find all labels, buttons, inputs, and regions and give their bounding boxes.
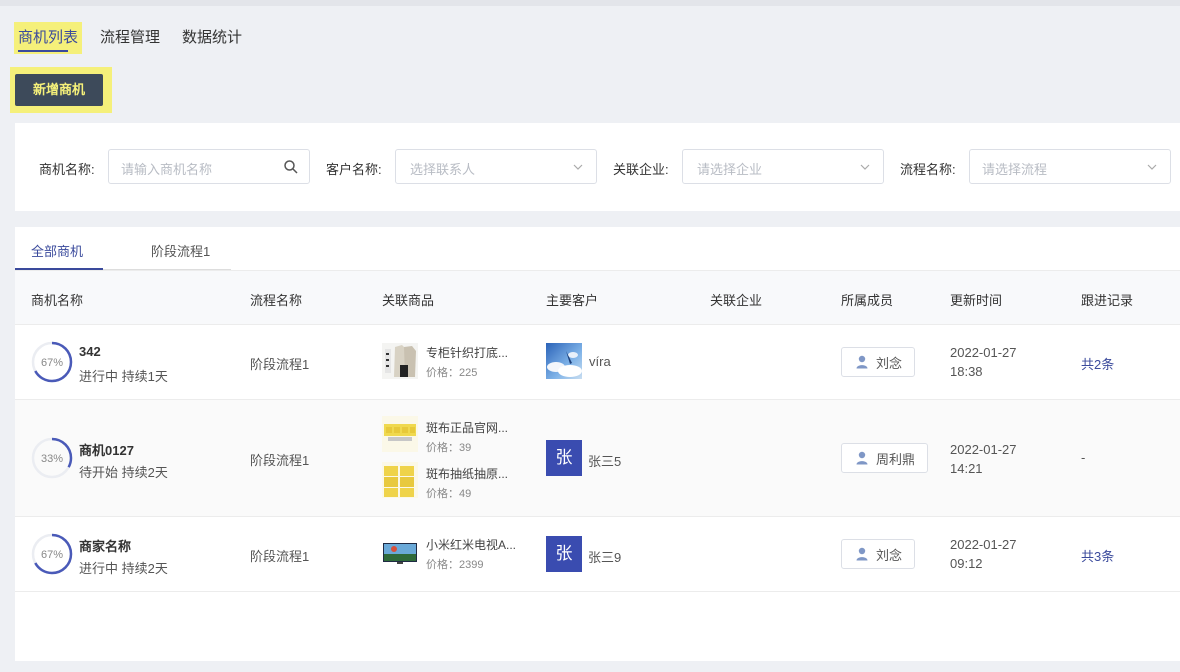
customer-placeholder: 选择联系人 — [410, 162, 476, 177]
filter-panel: 商机名称: 请输入商机名称 客户名称: 选择联系人 关联企业: 请选择企业 流程… — [15, 123, 1180, 211]
progress-text: 67% — [41, 549, 63, 561]
opportunity-status: 进行中 持续1天 — [79, 369, 168, 384]
product-price: 价格：39 — [426, 442, 472, 454]
chevron-down-icon — [1147, 164, 1157, 170]
member-button[interactable]: 刘念 — [841, 539, 916, 569]
updated-date: 2022-01-27 — [950, 537, 1017, 552]
opportunity-table-card: 全部商机 阶段流程1 商机名称 流程名称 关联商品 主要客户 关联企业 所属成员… — [15, 227, 1180, 661]
table-row[interactable]: 67% 商家名称 进行中 持续2天 阶段流程1 小米红米电视A... 价格：23… — [15, 517, 1180, 592]
updated-time: 18:38 — [950, 364, 983, 379]
top-strip — [0, 0, 1180, 6]
progress-ring: 33% — [31, 437, 73, 479]
process-select[interactable]: 请选择流程 — [969, 149, 1171, 184]
add-opportunity-button[interactable]: 新增商机 — [15, 74, 103, 106]
customer-avatar: 张 — [546, 440, 582, 476]
progress-text: 67% — [41, 357, 63, 369]
customer-name[interactable]: 张三9 — [588, 547, 621, 566]
product-name[interactable]: 专柜针织打底... — [426, 344, 508, 361]
customer-name[interactable]: 张三5 — [588, 451, 621, 470]
member-button[interactable]: 刘念 — [841, 347, 916, 377]
col-main-customer: 主要客户 — [546, 293, 599, 308]
sub-tabs: 全部商机 阶段流程1 — [15, 227, 1180, 271]
followup-link[interactable]: 共3条 — [1081, 546, 1114, 565]
product-thumbnail — [382, 343, 418, 379]
progress-ring: 67% — [31, 533, 73, 575]
active-tab-indicator — [15, 268, 103, 270]
tab-stage-process-1[interactable]: 阶段流程1 — [151, 241, 210, 260]
top-tabs: 商机列表 流程管理 数据统计 — [14, 22, 246, 58]
tab-process-management[interactable]: 流程管理 — [96, 22, 164, 54]
customer-select[interactable]: 选择联系人 — [395, 149, 597, 184]
process-name: 阶段流程1 — [250, 549, 310, 564]
company-label: 关联企业: — [613, 162, 669, 177]
product-thumbnail — [382, 535, 418, 571]
product-name[interactable]: 小米红米电视A... — [426, 536, 516, 553]
table-header: 商机名称 流程名称 关联商品 主要客户 关联企业 所属成员 更新时间 跟进记录 — [15, 271, 1180, 325]
tab-opportunity-list[interactable]: 商机列表 — [14, 22, 83, 54]
opportunity-name[interactable]: 商机0127 — [79, 440, 134, 459]
user-icon — [856, 547, 868, 561]
product-name[interactable]: 斑布正品官网... — [426, 419, 508, 436]
opportunity-status: 待开始 持续2天 — [79, 465, 168, 480]
user-icon — [856, 355, 868, 369]
updated-date: 2022-01-27 — [950, 345, 1017, 360]
company-placeholder: 请选择企业 — [697, 162, 763, 177]
product-thumbnail — [382, 416, 418, 452]
product-price: 价格：2399 — [426, 559, 484, 571]
updated-time: 14:21 — [950, 461, 983, 476]
table-row[interactable]: 67% 342 进行中 持续1天 阶段流程1 专柜针织打底... 价格：225 … — [15, 325, 1180, 400]
updated-date: 2022-01-27 — [950, 442, 1017, 457]
progress-ring: 67% — [31, 341, 73, 383]
col-process-name: 流程名称 — [250, 293, 303, 308]
updated-time: 09:12 — [950, 556, 983, 571]
member-name: 刘念 — [876, 355, 903, 371]
col-member: 所属成员 — [841, 293, 894, 308]
progress-text: 33% — [41, 453, 63, 465]
col-updated-time: 更新时间 — [950, 293, 1003, 308]
opportunity-name[interactable]: 342 — [79, 344, 101, 359]
company-select[interactable]: 请选择企业 — [682, 149, 884, 184]
opportunity-status: 进行中 持续2天 — [79, 561, 168, 576]
product-price: 价格：49 — [426, 488, 472, 500]
followup-link[interactable]: 共2条 — [1081, 354, 1114, 373]
member-name: 刘念 — [876, 547, 903, 563]
opportunity-name-input[interactable]: 请输入商机名称 — [108, 149, 310, 184]
customer-name-label: 客户名称: — [326, 162, 382, 177]
process-placeholder: 请选择流程 — [982, 162, 1048, 177]
customer-name[interactable]: víra — [589, 354, 611, 369]
product-thumbnail — [382, 462, 418, 498]
col-opportunity-name: 商机名称 — [31, 293, 84, 308]
member-name: 周利鼎 — [876, 451, 916, 467]
col-followup: 跟进记录 — [1081, 293, 1134, 308]
member-button[interactable]: 周利鼎 — [841, 443, 929, 473]
product-price: 价格：225 — [426, 367, 478, 379]
search-icon[interactable] — [283, 159, 299, 175]
col-products: 关联商品 — [382, 293, 435, 308]
product-name[interactable]: 斑布抽纸抽原... — [426, 465, 508, 482]
table-row[interactable]: 33% 商机0127 待开始 持续2天 阶段流程1 斑布正品官网... 价格：3… — [15, 400, 1180, 517]
col-company: 关联企业 — [710, 293, 763, 308]
opportunity-name-label: 商机名称: — [39, 162, 95, 177]
customer-avatar: 张 — [546, 536, 582, 572]
tab-divider — [103, 269, 231, 270]
process-name: 阶段流程1 — [250, 357, 310, 372]
followup-link: - — [1081, 450, 1086, 465]
opportunity-name[interactable]: 商家名称 — [79, 536, 131, 555]
user-icon — [856, 451, 868, 465]
tab-all-opportunities[interactable]: 全部商机 — [31, 241, 83, 260]
customer-avatar — [546, 343, 582, 379]
chevron-down-icon — [860, 164, 870, 170]
add-button-highlight: 新增商机 — [10, 67, 112, 113]
process-name-label: 流程名称: — [900, 162, 956, 177]
chevron-down-icon — [573, 164, 583, 170]
tab-statistics[interactable]: 数据统计 — [178, 22, 246, 54]
process-name: 阶段流程1 — [250, 453, 310, 468]
opportunity-name-placeholder: 请输入商机名称 — [121, 162, 213, 177]
